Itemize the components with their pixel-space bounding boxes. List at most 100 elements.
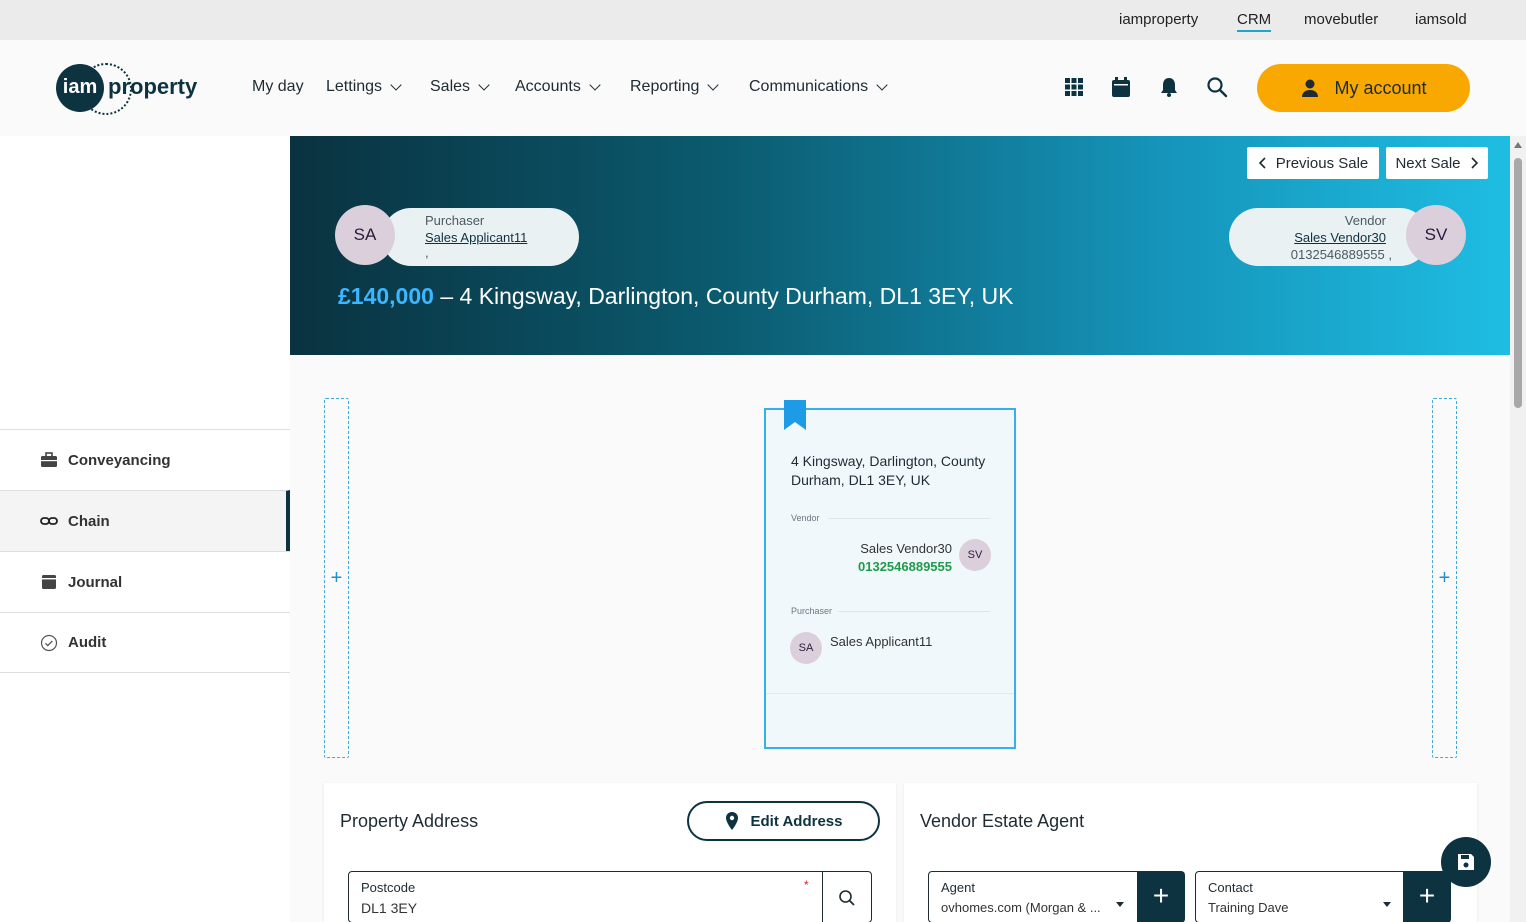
vendor-avatar: SV — [1406, 205, 1466, 265]
bell-icon[interactable] — [1158, 76, 1180, 98]
add-chain-link-left-icon[interactable]: + — [325, 567, 348, 590]
product-switcher: iamproperty CRM movebutler iamsold — [0, 0, 1526, 40]
bookmark-icon — [784, 400, 806, 430]
nav-sales[interactable]: Sales — [430, 78, 490, 96]
previous-sale-button[interactable]: Previous Sale — [1247, 147, 1379, 179]
my-account-button[interactable]: My account — [1257, 64, 1470, 112]
contact-label: Contact — [1208, 880, 1253, 895]
sidebar-item-label: Journal — [68, 573, 123, 591]
sidebar-item-journal[interactable]: Journal — [0, 551, 290, 612]
chevron-down-icon — [390, 79, 402, 91]
chain-property-card[interactable]: 4 Kingsway, Darlington, County Durham, D… — [764, 400, 1016, 749]
card-vendor-phone[interactable]: 0132546889555 — [858, 559, 952, 574]
agent-select[interactable]: Agent ovhomes.com (Morgan & ... — [928, 871, 1138, 922]
next-sale-label: Next Sale — [1395, 154, 1461, 172]
nav-sales-label: Sales — [430, 78, 471, 95]
card-purchaser-label: Purchaser — [791, 606, 833, 616]
link-icon — [40, 517, 58, 525]
next-sale-button[interactable]: Next Sale — [1386, 147, 1488, 179]
card-purchaser-avatar: SA — [790, 632, 822, 664]
card-vendor-name: Sales Vendor30 — [860, 541, 952, 556]
vendor-estate-agent-panel: Vendor Estate Agent Agent ovhomes.com (M… — [904, 783, 1477, 922]
purchaser-name-link[interactable]: Sales Applicant11 — [425, 230, 527, 245]
price-address-heading: £140,000 – 4 Kingsway, Darlington, Count… — [338, 283, 1014, 310]
required-mark: * — [804, 878, 809, 892]
my-account-label: My account — [1334, 77, 1427, 98]
card-purchaser-name: Sales Applicant11 — [830, 634, 933, 649]
vendor-pill: Vendor Sales Vendor30 0132546889555 , — [1229, 208, 1429, 266]
nav-my-day[interactable]: My day — [252, 78, 304, 96]
divider — [828, 518, 990, 519]
chevron-down-icon — [876, 79, 888, 91]
chain-slot-right[interactable]: + — [1432, 398, 1457, 758]
property-address-panel: Property Address Edit Address Postcode *… — [324, 783, 896, 922]
save-icon — [1458, 854, 1474, 870]
logo-mark[interactable]: iam — [56, 64, 104, 112]
postcode-search-icon[interactable] — [838, 889, 856, 907]
link-iamsold[interactable]: iamsold — [1415, 11, 1467, 28]
previous-sale-label: Previous Sale — [1275, 154, 1369, 172]
logo-wordmark[interactable]: property — [108, 74, 197, 100]
vendor-estate-agent-title: Vendor Estate Agent — [920, 811, 1085, 831]
divider — [822, 872, 823, 922]
chevron-down-icon — [707, 79, 720, 91]
contact-select[interactable]: Contact Training Dave — [1195, 871, 1405, 922]
link-movebutler[interactable]: movebutler — [1304, 11, 1378, 28]
card-footer — [766, 693, 1014, 694]
sidebar-item-audit[interactable]: Audit — [0, 612, 290, 673]
divider — [838, 611, 990, 612]
nav-lettings[interactable]: Lettings — [326, 78, 402, 96]
sidebar-item-conveyancing[interactable]: Conveyancing — [0, 429, 290, 490]
vendor-name-link[interactable]: Sales Vendor30 — [1294, 230, 1386, 245]
page-scrollbar[interactable] — [1510, 136, 1526, 922]
scroll-up-arrow-icon[interactable] — [1514, 142, 1522, 148]
main-header: iam property My day Lettings Sales Accou… — [0, 40, 1526, 136]
dropdown-arrow-icon — [1383, 902, 1391, 907]
scroll-thumb[interactable] — [1514, 158, 1522, 408]
chevron-down-icon — [589, 79, 601, 91]
user-icon — [1302, 79, 1319, 97]
add-agent-button[interactable]: + — [1137, 871, 1185, 922]
postcode-field[interactable]: Postcode * DL1 3EY — [348, 871, 872, 922]
purchaser-pill: Purchaser Sales Applicant11 , — [382, 208, 579, 266]
nav-accounts[interactable]: Accounts — [515, 78, 601, 96]
save-button[interactable] — [1441, 837, 1491, 887]
search-icon[interactable] — [1206, 76, 1228, 98]
property-address-title: Property Address — [340, 811, 479, 831]
map-pin-icon — [725, 812, 738, 830]
edit-address-button[interactable]: Edit Address — [687, 801, 880, 841]
nav-reporting-label: Reporting — [630, 78, 700, 95]
nav-communications[interactable]: Communications — [749, 78, 888, 96]
sidebar-item-label: Audit — [68, 634, 107, 651]
link-crm[interactable]: CRM — [1237, 11, 1272, 32]
add-contact-button[interactable]: + — [1403, 871, 1451, 922]
postcode-label: Postcode — [361, 880, 416, 895]
vendor-phone: 0132546889555 , — [1290, 247, 1392, 262]
vendor-label: Vendor — [1344, 213, 1386, 228]
briefcase-icon — [41, 452, 57, 467]
apps-grid-icon[interactable] — [1063, 76, 1085, 98]
edit-address-label: Edit Address — [750, 812, 843, 830]
check-circle-icon — [40, 634, 58, 651]
sidebar-item-label: Chain — [68, 512, 110, 530]
chevron-left-icon — [1258, 157, 1266, 169]
add-chain-link-right-icon[interactable]: + — [1433, 567, 1456, 590]
sale-sidebar: Conveyancing Chain Journal Audit — [0, 136, 290, 922]
journal-icon — [42, 575, 56, 589]
chevron-right-icon — [1470, 157, 1478, 169]
link-iamproperty[interactable]: iamproperty — [1119, 11, 1198, 28]
sale-banner: Previous Sale Next Sale Purchaser Sales … — [290, 136, 1510, 355]
agent-value: ovhomes.com (Morgan & ... — [941, 900, 1101, 915]
sidebar-item-chain[interactable]: Chain — [0, 490, 290, 551]
card-address: 4 Kingsway, Darlington, County Durham, D… — [791, 453, 986, 488]
postcode-input[interactable]: DL1 3EY — [361, 900, 417, 916]
chain-slot-left[interactable]: + — [324, 398, 349, 758]
calendar-icon[interactable] — [1110, 76, 1132, 98]
agent-label: Agent — [941, 880, 975, 895]
purchaser-extra: , — [425, 245, 429, 260]
nav-reporting[interactable]: Reporting — [630, 78, 720, 96]
card-vendor-avatar: SV — [959, 539, 991, 571]
contact-value: Training Dave — [1208, 900, 1289, 915]
purchaser-label: Purchaser — [425, 213, 485, 228]
sidebar-item-label: Conveyancing — [68, 451, 171, 469]
